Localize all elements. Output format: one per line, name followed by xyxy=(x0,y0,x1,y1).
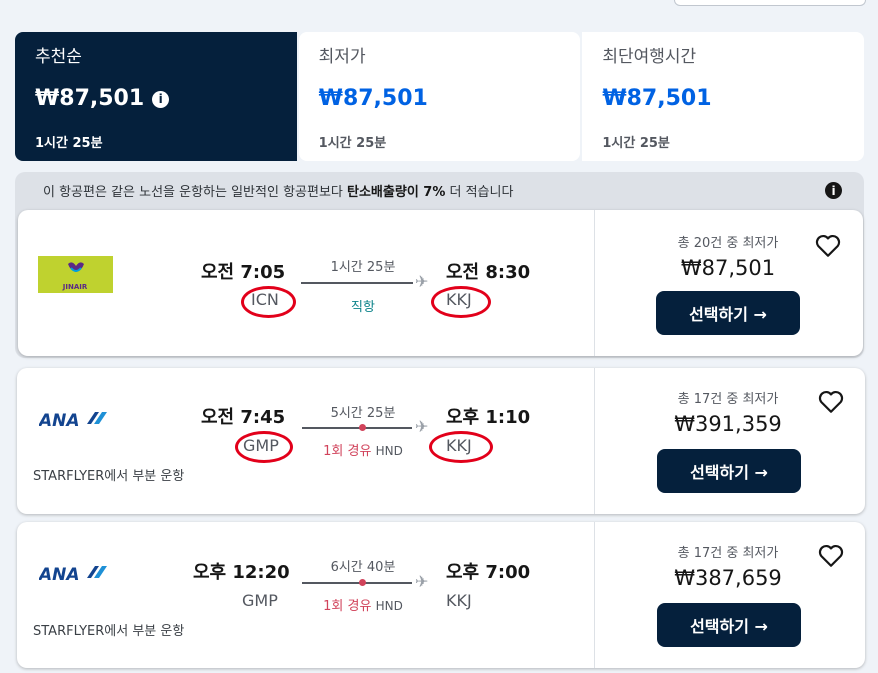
price: ₩387,659 xyxy=(674,566,782,590)
arrival-airport: KKJ xyxy=(446,591,472,610)
eco-text-after: 더 적습니다 xyxy=(445,185,514,200)
route-line xyxy=(302,582,412,584)
ana-logo: ANA xyxy=(39,411,107,430)
tab-fastest[interactable]: 최단여행시간 ₩87,501 1시간 25분 xyxy=(582,32,865,161)
annotation-circle xyxy=(429,431,493,463)
tab-duration: 1시간 25분 xyxy=(602,136,670,151)
select-button[interactable]: 선택하기 → xyxy=(657,449,801,493)
plane-icon: ✈ xyxy=(415,572,429,591)
tab-duration: 1시간 25분 xyxy=(318,136,387,151)
tab-price: ₩87,501 i xyxy=(35,86,170,111)
price: ₩87,501 xyxy=(680,256,776,280)
heart-icon[interactable] xyxy=(815,234,841,258)
tab-recommended[interactable]: 추천순 ₩87,501 i 1시간 25분 xyxy=(15,32,297,161)
tab-label: 추천순 xyxy=(35,47,82,67)
tab-label: 최저가 xyxy=(318,47,366,67)
departure-time: 오전 7:45 xyxy=(201,407,286,428)
heart-icon[interactable] xyxy=(818,390,844,414)
deal-count: 총 17건 중 최저가 xyxy=(677,546,779,561)
plane-icon: ✈ xyxy=(415,417,429,436)
flight-card[interactable]: ANA STARFLYER에서 부분 운항 오전 7:45 GMP 5시간 25… xyxy=(17,368,865,514)
card-divider xyxy=(594,522,595,668)
eco-text-bold: 탄소배출량이 7% xyxy=(347,185,446,200)
heart-icon[interactable] xyxy=(818,544,844,568)
route-line xyxy=(301,282,413,284)
annotation-circle xyxy=(241,286,296,318)
annotation-circle xyxy=(431,286,491,318)
annotation-circle xyxy=(235,431,293,463)
arrival-time: 오후 7:00 xyxy=(446,562,531,583)
select-button[interactable]: 선택하기 → xyxy=(656,291,800,335)
jinair-logo: JINAIR xyxy=(38,256,113,293)
deal-count: 총 20건 중 최저가 xyxy=(677,236,779,251)
departure-time: 오후 12:20 xyxy=(193,562,290,583)
tab-price-value: ₩87,501 xyxy=(35,86,145,111)
flight-card[interactable]: ANA STARFLYER에서 부분 운항 오후 12:20 GMP 6시간 4… xyxy=(17,522,865,668)
arrival-time: 오후 1:10 xyxy=(446,407,531,428)
plane-icon: ✈ xyxy=(415,272,429,291)
stops-label: 직항 xyxy=(351,300,375,315)
stops-label: 1회 경유 HND xyxy=(308,595,418,614)
stop-dot xyxy=(359,579,366,586)
ana-logo: ANA xyxy=(39,565,107,584)
flight-duration: 5시간 25분 xyxy=(330,406,396,421)
stopover-airport: HND xyxy=(375,599,403,613)
stops-count: 1회 경유 xyxy=(323,599,372,614)
stops-label: 1회 경유 HND xyxy=(308,440,418,459)
sort-tabs: 추천순 ₩87,501 i 1시간 25분 최저가 ₩87,501 1시간 25분… xyxy=(15,32,865,161)
tab-cheapest[interactable]: 최저가 ₩87,501 1시간 25분 xyxy=(298,32,581,161)
eco-text-before: 이 항공편은 같은 노선을 운항하는 일반적인 항공편보다 xyxy=(43,185,348,200)
stop-dot xyxy=(359,424,366,431)
route-line xyxy=(302,427,412,429)
eco-text: 이 항공편은 같은 노선을 운항하는 일반적인 항공편보다 탄소배출량이 7% … xyxy=(43,181,513,200)
departure-airport: GMP xyxy=(242,591,278,610)
card-divider xyxy=(594,210,595,356)
deal-count: 총 17건 중 최저가 xyxy=(677,392,779,407)
flight-duration: 1시간 25분 xyxy=(330,260,396,275)
ana-logo-text: ANA xyxy=(39,565,80,584)
info-icon[interactable]: i xyxy=(825,182,842,199)
arrival-time: 오전 8:30 xyxy=(446,262,531,283)
price: ₩391,359 xyxy=(674,412,782,436)
tab-price: ₩87,501 xyxy=(602,86,712,111)
flight-duration: 6시간 40분 xyxy=(330,560,396,575)
tab-duration: 1시간 25분 xyxy=(35,136,103,151)
tab-label: 최단여행시간 xyxy=(602,47,697,67)
info-icon[interactable]: i xyxy=(152,90,170,108)
flight-card[interactable]: JINAIR 오전 7:05 ICN 1시간 25분 ✈ 직항 오전 8:30 … xyxy=(18,210,863,356)
tab-price: ₩87,501 xyxy=(318,86,428,111)
operated-by: STARFLYER에서 부분 운항 xyxy=(33,469,185,484)
select-button[interactable]: 선택하기 → xyxy=(657,603,801,647)
sort-dropdown[interactable] xyxy=(674,0,866,6)
jinair-logo-text: JINAIR xyxy=(62,283,88,291)
stopover-airport: HND xyxy=(375,444,403,458)
operated-by: STARFLYER에서 부분 운항 xyxy=(33,624,185,639)
stops-count: 1회 경유 xyxy=(323,444,372,459)
card-divider xyxy=(594,368,595,514)
ana-logo-text: ANA xyxy=(39,411,80,430)
departure-time: 오전 7:05 xyxy=(201,262,286,283)
